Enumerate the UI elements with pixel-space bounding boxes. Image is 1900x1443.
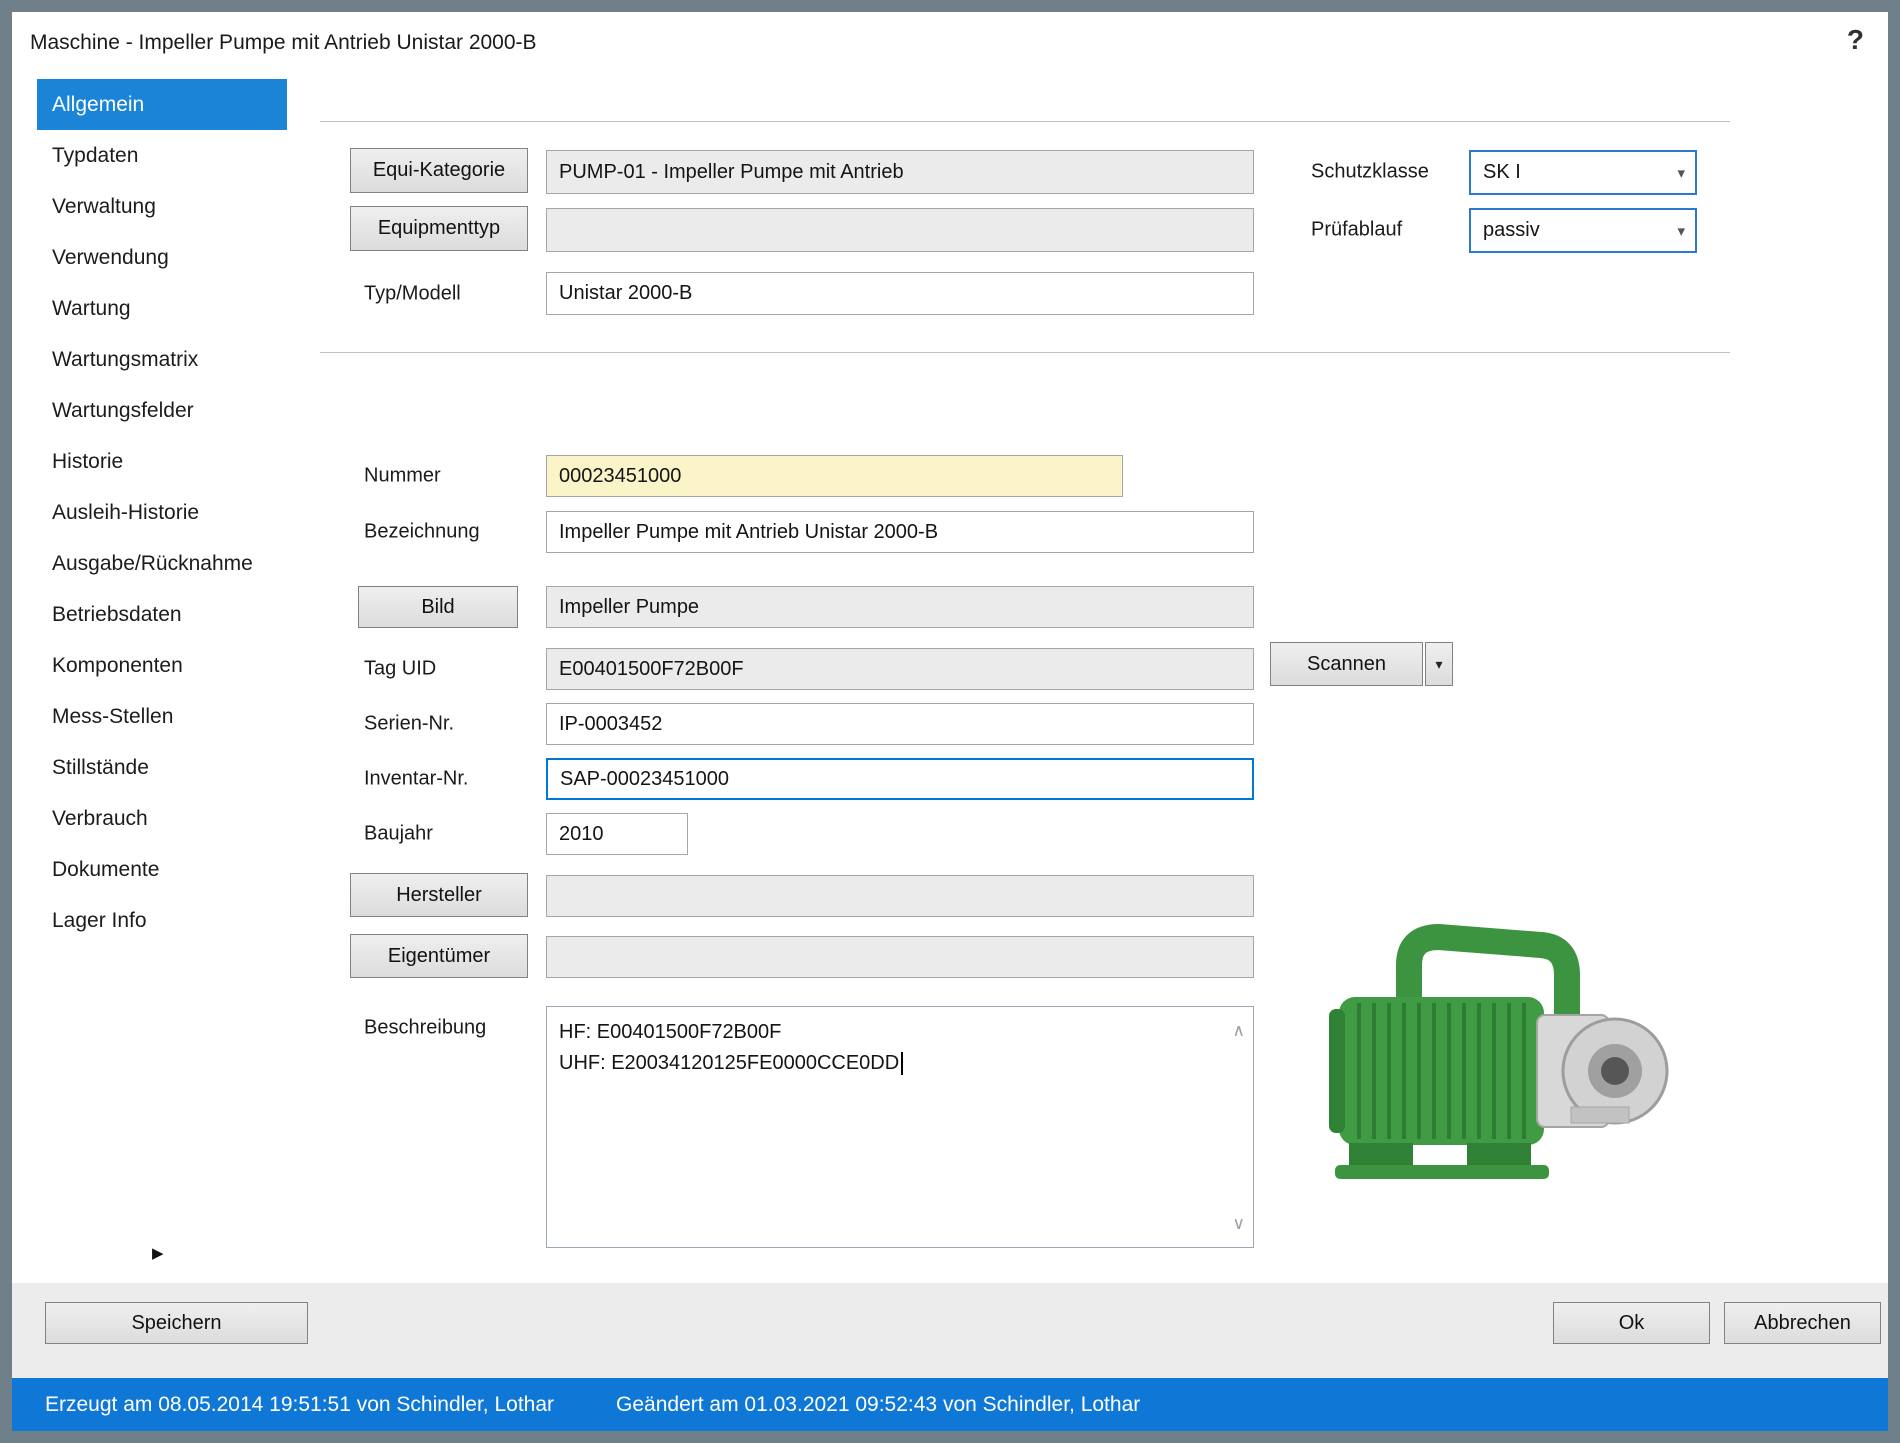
pruefablauf-value: passiv — [1483, 219, 1540, 241]
equipmenttyp-field — [546, 208, 1254, 252]
sidebar-item-dokumente[interactable]: Dokumente — [37, 844, 287, 895]
sidebar-item-verbrauch[interactable]: Verbrauch — [37, 793, 287, 844]
separator-bottom — [320, 352, 1730, 353]
bild-value: Impeller Pumpe — [559, 595, 700, 618]
equi-kategorie-button[interactable]: Equi-Kategorie — [350, 148, 528, 193]
ok-button[interactable]: Ok — [1553, 1302, 1710, 1344]
bild-field: Impeller Pumpe — [546, 586, 1254, 628]
sidebar-item-wartungsfelder[interactable]: Wartungsfelder — [37, 385, 287, 436]
sidebar-item-wartung[interactable]: Wartung — [37, 283, 287, 334]
typ-modell-label: Typ/Modell — [364, 282, 461, 305]
equi-kategorie-field: PUMP-01 - Impeller Pumpe mit Antrieb — [546, 150, 1254, 194]
tag-uid-field: E00401500F72B00F — [546, 648, 1254, 690]
beschreibung-label: Beschreibung — [364, 1016, 487, 1039]
bild-button[interactable]: Bild — [358, 586, 518, 628]
eigentuemer-button[interactable]: Eigentümer — [350, 934, 528, 978]
sidebar-item-betriebsdaten[interactable]: Betriebsdaten — [37, 589, 287, 640]
serien-nr-input[interactable] — [546, 703, 1254, 745]
scroll-up-icon[interactable]: ∧ — [1233, 1015, 1245, 1046]
tag-uid-value: E00401500F72B00F — [559, 657, 744, 680]
beschreibung-line-1: HF: E00401500F72B00F — [559, 1021, 782, 1043]
window-frame: Maschine - Impeller Pumpe mit Antrieb Un… — [0, 0, 1900, 1443]
schutzklasse-value: SK I — [1483, 161, 1521, 183]
bezeichnung-input[interactable] — [546, 511, 1254, 553]
nummer-input[interactable] — [546, 455, 1123, 497]
scroll-down-icon[interactable]: ∨ — [1233, 1208, 1245, 1239]
dialog-window: Maschine - Impeller Pumpe mit Antrieb Un… — [12, 12, 1888, 1431]
sidebar-item-komponenten[interactable]: Komponenten — [37, 640, 287, 691]
sidebar-item-ausleih-historie[interactable]: Ausleih-Historie — [37, 487, 287, 538]
serien-nr-label: Serien-Nr. — [364, 712, 455, 735]
chevron-down-icon: ▾ — [1677, 164, 1685, 182]
pump-illustration — [1309, 893, 1695, 1218]
pruefablauf-label: Prüfablauf — [1311, 218, 1403, 241]
created-text: Erzeugt am 08.05.2014 19:51:51 von Schin… — [45, 1392, 555, 1416]
sidebar-item-ausgabe-rücknahme[interactable]: Ausgabe/Rücknahme — [37, 538, 287, 589]
equipmenttyp-button[interactable]: Equipmenttyp — [350, 206, 528, 251]
scannen-dropdown-button[interactable]: ▾ — [1425, 642, 1453, 686]
speichern-button[interactable]: Speichern — [45, 1302, 308, 1344]
sidebar-item-verwaltung[interactable]: Verwaltung — [37, 181, 287, 232]
chevron-down-icon: ▾ — [1435, 655, 1443, 672]
separator-top — [320, 121, 1730, 122]
status-bar: Erzeugt am 08.05.2014 19:51:51 von Schin… — [12, 1378, 1888, 1431]
sidebar-item-wartungsmatrix[interactable]: Wartungsmatrix — [37, 334, 287, 385]
schutzklasse-label: Schutzklasse — [1311, 160, 1429, 183]
inventar-nr-input[interactable] — [546, 758, 1254, 800]
tag-uid-label: Tag UID — [364, 657, 437, 680]
beschreibung-textarea[interactable]: HF: E00401500F72B00F UHF: E20034120125FE… — [546, 1006, 1254, 1248]
help-icon[interactable]: ? — [1847, 24, 1864, 56]
sidebar-item-typdaten[interactable]: Typdaten — [37, 130, 287, 181]
inventar-nr-label: Inventar-Nr. — [364, 767, 469, 790]
sidebar-item-lager-info[interactable]: Lager Info — [37, 895, 287, 946]
chevron-down-icon: ▾ — [1677, 222, 1685, 240]
equi-kategorie-value: PUMP-01 - Impeller Pumpe mit Antrieb — [559, 160, 904, 183]
text-cursor — [901, 1052, 904, 1076]
abbrechen-button[interactable]: Abbrechen — [1724, 1302, 1881, 1344]
typ-modell-input[interactable] — [546, 272, 1254, 315]
nummer-label: Nummer — [364, 464, 441, 487]
schutzklasse-dropdown[interactable]: SK I ▾ — [1469, 150, 1697, 195]
scannen-button[interactable]: Scannen — [1270, 642, 1423, 686]
modified-text: Geändert am 01.03.2021 09:52:43 von Schi… — [616, 1392, 1141, 1416]
window-title: Maschine - Impeller Pumpe mit Antrieb Un… — [30, 31, 537, 54]
sidebar-more-arrow-icon[interactable]: ▶ — [152, 1244, 164, 1262]
sidebar-item-mess-stellen[interactable]: Mess-Stellen — [37, 691, 287, 742]
hersteller-button[interactable]: Hersteller — [350, 873, 528, 917]
sidebar-item-historie[interactable]: Historie — [37, 436, 287, 487]
sidebar-item-verwendung[interactable]: Verwendung — [37, 232, 287, 283]
sidebar-nav: Allgemein Typdaten Verwaltung Verwendung War… — [37, 79, 287, 946]
bezeichnung-label: Bezeichnung — [364, 520, 480, 543]
title-bar: Maschine - Impeller Pumpe mit Antrieb Un… — [12, 12, 1888, 74]
beschreibung-line-2: UHF: E20034120125FE0000CCE0DD — [559, 1048, 1219, 1079]
sidebar-item-stillstände[interactable]: Stillstände — [37, 742, 287, 793]
baujahr-label: Baujahr — [364, 822, 433, 845]
hersteller-field — [546, 875, 1254, 917]
eigentuemer-field — [546, 936, 1254, 978]
sidebar-item-allgemein[interactable]: Allgemein — [37, 79, 287, 130]
baujahr-input[interactable] — [546, 813, 688, 855]
product-photo — [1309, 893, 1695, 1218]
pruefablauf-dropdown[interactable]: passiv ▾ — [1469, 208, 1697, 253]
